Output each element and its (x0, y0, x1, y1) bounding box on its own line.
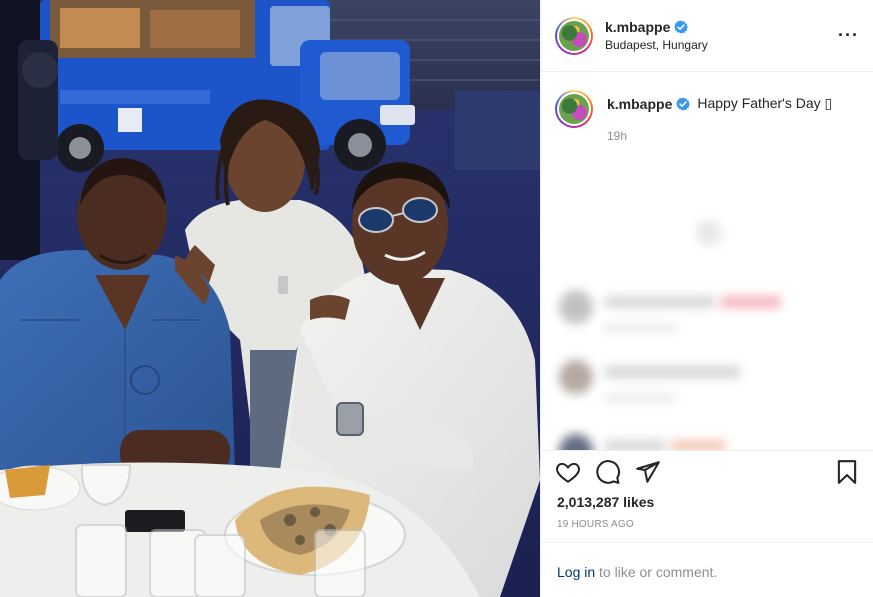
blurred-avatar (559, 290, 593, 324)
blurred-avatar (559, 434, 593, 450)
caption-time[interactable]: 19h (607, 129, 832, 143)
blurred-line (605, 394, 675, 402)
post-location[interactable]: Budapest, Hungary (605, 38, 708, 52)
author-username[interactable]: k.mbappe (605, 19, 670, 35)
blurred-line (605, 296, 715, 308)
post-photo[interactable] (0, 0, 540, 597)
login-link[interactable]: Log in (557, 564, 595, 580)
blurred-line (605, 324, 675, 332)
login-prompt: Log in to like or comment. (541, 542, 873, 597)
comment-bubble-icon[interactable] (595, 459, 621, 485)
post-photo-image (0, 0, 540, 597)
caption-body: k.mbappe Happy Father's Day ▯ 19h (607, 88, 832, 143)
author-avatar-image (559, 20, 589, 51)
blurred-comment (555, 290, 855, 350)
login-suffix: to like or comment. (599, 564, 718, 580)
post-header: k.mbappe Budapest, Hungary ··· (541, 0, 873, 72)
caption-username[interactable]: k.mbappe (607, 96, 672, 112)
blurred-comment (555, 434, 855, 450)
header-text: k.mbappe Budapest, Hungary (605, 19, 708, 52)
blurred-line (721, 296, 781, 308)
comments-section: k.mbappe Happy Father's Day ▯ 19h (541, 72, 873, 450)
loading-spinner-icon (696, 220, 722, 246)
blurred-comment (555, 360, 855, 420)
blurred-line (605, 366, 740, 378)
paper-plane-icon[interactable] (635, 459, 661, 485)
username-row: k.mbappe (605, 19, 708, 35)
caption-avatar-ring (557, 92, 591, 126)
author-avatar[interactable] (555, 16, 593, 55)
heart-icon[interactable] (555, 459, 581, 485)
post-timestamp[interactable]: 19 HOURS AGO (557, 519, 634, 530)
verified-badge-icon (674, 20, 689, 34)
more-options-icon[interactable]: ··· (838, 26, 859, 44)
caption-avatar-image (559, 94, 589, 124)
caption-author-avatar[interactable] (555, 90, 593, 128)
caption-line: k.mbappe Happy Father's Day ▯ (607, 95, 832, 112)
author-avatar-ring (557, 18, 591, 53)
bookmark-icon[interactable] (834, 459, 860, 485)
action-icons (555, 459, 661, 485)
verified-badge-icon (676, 96, 691, 111)
blurred-line (605, 440, 665, 450)
post-actions: 2,013,287 likes 19 HOURS AGO Log in to l… (541, 450, 873, 597)
likes-count[interactable]: 2,013,287 likes (557, 494, 654, 510)
blurred-line (671, 440, 726, 450)
caption-row: k.mbappe Happy Father's Day ▯ 19h (555, 88, 859, 143)
blurred-avatar (559, 360, 593, 394)
caption-text: Happy Father's Day ▯ (697, 95, 833, 111)
post-side-panel: k.mbappe Budapest, Hungary ··· k.mbappe (540, 0, 873, 597)
